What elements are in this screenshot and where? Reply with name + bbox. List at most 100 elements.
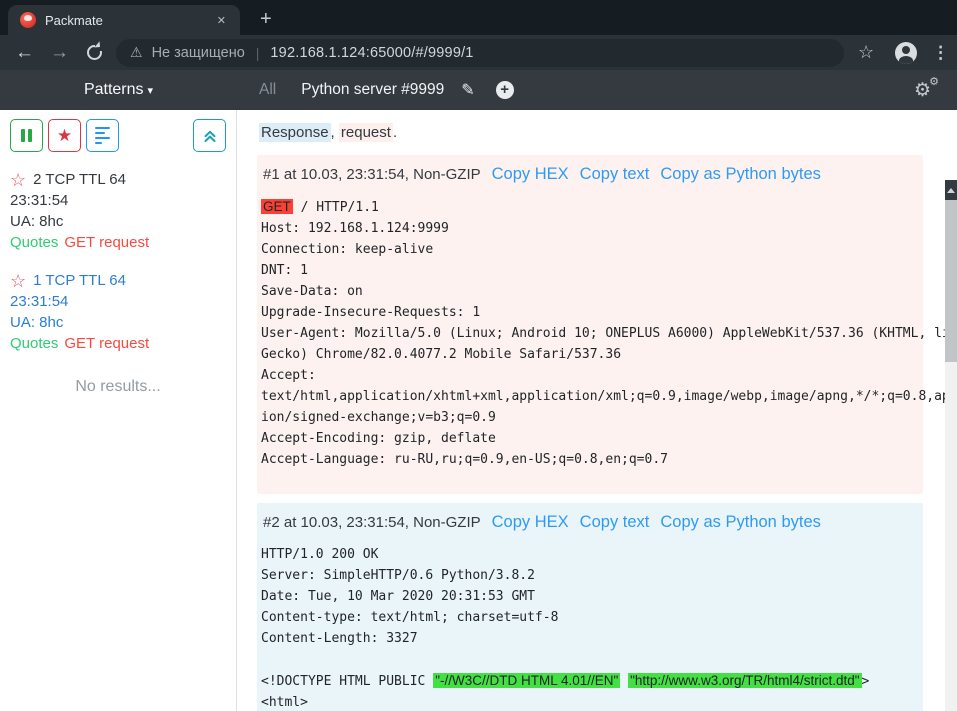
scrollbar-thumb[interactable] <box>945 200 957 362</box>
stream-time: 23:31:54 <box>10 291 226 312</box>
star-outline-icon[interactable]: ☆ <box>10 171 26 189</box>
patterns-menu[interactable]: Patterns ▾ <box>0 81 237 99</box>
favorites-filter-button[interactable]: ★ <box>48 119 81 152</box>
code-line: User-Agent: Mozilla/5.0 (Linux; Android … <box>261 323 915 344</box>
tab-active-pattern[interactable]: Python server #9999 <box>301 81 444 99</box>
address-bar[interactable]: ⚠ Не защищено | 192.168.1.124:65000/#/99… <box>116 39 844 67</box>
stream-tag: GET request <box>64 234 149 251</box>
not-secure-warning-icon[interactable]: ⚠ <box>130 44 143 61</box>
security-label: Не защищено <box>152 45 245 61</box>
copy-text-link[interactable]: Copy text <box>580 165 650 183</box>
browser-toolbar: ← → ⚠ Не защищено | 192.168.1.124:65000/… <box>0 35 957 70</box>
scrollbar-up-button[interactable] <box>945 180 957 200</box>
copy-hex-link[interactable]: Copy HEX <box>492 513 569 531</box>
copy-python-bytes-link[interactable]: Copy as Python bytes <box>660 165 821 183</box>
packet-list: #1 at 10.03, 23:31:54, Non-GZIP Copy HEX C… <box>257 155 923 711</box>
stream-title: 1 TCP TTL 64 <box>33 270 126 291</box>
add-pattern-icon[interactable]: + <box>496 81 514 99</box>
star-icon: ★ <box>57 126 72 146</box>
stream-tags: Quotes GET request <box>10 232 226 253</box>
packet-payload: GET / HTTP/1.1Host: 192.168.1.124:9999Co… <box>261 196 915 470</box>
stream-list-item[interactable]: ☆ 2 TCP TTL 6423:31:54UA: 8hc Quotes GET re… <box>10 169 226 253</box>
edit-pattern-icon[interactable]: ✎ <box>461 80 474 100</box>
code-line: Accept: <box>261 365 915 386</box>
code-line: Date: Tue, 10 Mar 2020 20:31:53 GMT <box>261 586 915 607</box>
stream-list-item[interactable]: ☆ 1 TCP TTL 6423:31:54UA: 8hc Quotes GET re… <box>10 270 226 354</box>
stream-list: ☆2 TCP TTL 6423:31:54UA: 8hcQuotesGET re… <box>10 169 226 354</box>
highlight-green: "-//W3C//DTD HTML 4.01//EN" <box>433 673 620 688</box>
stream-user-agent: UA: 8hc <box>10 211 226 232</box>
packet-payload: HTTP/1.0 200 OKServer: SimpleHTTP/0.6 Py… <box>261 544 915 711</box>
list-view-button[interactable] <box>86 119 119 152</box>
url-text: 192.168.1.124:65000/#/9999/1 <box>270 45 473 61</box>
scrollbar[interactable] <box>945 180 957 711</box>
legend-highlight-pink: request <box>339 123 393 142</box>
packet-block-request: #1 at 10.03, 23:31:54, Non-GZIP Copy HEX C… <box>257 155 923 494</box>
chevron-down-icon: ▾ <box>148 85 154 97</box>
copy-hex-link[interactable]: Copy HEX <box>492 165 569 183</box>
code-line: <html> <box>261 692 915 711</box>
code-line: Host: 192.168.1.124:9999 <box>261 218 915 239</box>
packet-id: #2 at 10.03, 23:31:54, Non-GZIP <box>263 514 481 531</box>
stream-tags: Quotes GET request <box>10 333 226 354</box>
pause-capture-button[interactable] <box>10 119 43 152</box>
profile-avatar[interactable] <box>895 42 917 64</box>
code-line: GET / HTTP/1.1 <box>261 196 915 218</box>
stream-user-agent: UA: 8hc <box>10 312 226 333</box>
back-icon[interactable]: ← <box>15 43 34 62</box>
settings-gear-icon[interactable]: ⚙ ⚙ <box>914 79 931 102</box>
stream-time: 23:31:54 <box>10 190 226 211</box>
new-tab-button[interactable]: + <box>254 9 278 29</box>
browser-menu-icon[interactable]: ⋮ <box>932 43 949 63</box>
stream-view: Response, request. #1 at 10.03, 23:31:54… <box>238 110 945 711</box>
legend-text: , <box>331 124 339 141</box>
star-outline-icon[interactable]: ☆ <box>10 272 26 290</box>
stream-tag: Quotes <box>10 234 58 251</box>
stream-title: 2 TCP TTL 64 <box>33 169 126 190</box>
forward-icon[interactable]: → <box>50 43 69 62</box>
reload-icon[interactable] <box>87 45 102 60</box>
legend-highlight-blue: Response <box>259 123 331 142</box>
patterns-label: Patterns <box>84 81 144 98</box>
collapse-sidebar-button[interactable] <box>193 119 226 152</box>
code-line: <!DOCTYPE HTML PUBLIC "-//W3C//DTD HTML … <box>261 670 915 692</box>
code-line: text/html,application/xhtml+xml,applicat… <box>261 386 915 407</box>
sidebar-toolbar: ★ <box>10 119 226 152</box>
tab-title: Packmate <box>45 13 213 28</box>
highlight-green: "http://www.w3.org/TR/html4/strict.dtd" <box>628 673 861 688</box>
chevrons-up-icon <box>202 128 218 144</box>
scrollbar-track[interactable] <box>945 200 957 711</box>
code-line: ion/signed-exchange;v=b3;q=0.9 <box>261 407 915 428</box>
copy-python-bytes-link[interactable]: Copy as Python bytes <box>660 513 821 531</box>
packet-block-response: #2 at 10.03, 23:31:54, Non-GZIP Copy HEX C… <box>257 503 923 711</box>
app-body: ★ ☆2 TCP TTL 6423:31:54UA: 8hcQuotesGET … <box>0 110 957 711</box>
packet-id: #1 at 10.03, 23:31:54, Non-GZIP <box>263 166 481 183</box>
stream-tag: Quotes <box>10 335 58 352</box>
code-line: HTTP/1.0 200 OK <box>261 544 915 565</box>
code-line: Connection: keep-alive <box>261 239 915 260</box>
tab-all[interactable]: All <box>259 81 276 99</box>
tab-close-icon[interactable]: ✕ <box>213 12 230 29</box>
code-line: Accept-Encoding: gzip, deflate <box>261 428 915 449</box>
sidebar: ★ ☆2 TCP TTL 6423:31:54UA: 8hcQuotesGET … <box>0 110 237 711</box>
bookmark-star-icon[interactable]: ☆ <box>858 42 874 63</box>
code-line <box>261 649 915 670</box>
code-line: Content-type: text/html; charset=utf-8 <box>261 607 915 628</box>
browser-tab[interactable]: Packmate ✕ <box>8 5 240 35</box>
stream-tag: GET request <box>64 335 149 352</box>
browser-tabstrip: Packmate ✕ + <box>0 0 957 35</box>
omnibox-divider: | <box>256 45 260 61</box>
lines-icon <box>95 127 110 145</box>
code-line: Gecko) Chrome/82.0.4077.2 Mobile Safari/… <box>261 344 915 365</box>
code-line: Server: SimpleHTTP/0.6 Python/3.8.2 <box>261 565 915 586</box>
highlight-red: GET <box>261 199 293 214</box>
no-results-label: No results... <box>10 378 226 396</box>
copy-text-link[interactable]: Copy text <box>580 513 650 531</box>
code-line: Accept-Language: ru-RU,ru;q=0.9,en-US;q=… <box>261 449 915 470</box>
code-line: Upgrade-Insecure-Requests: 1 <box>261 302 915 323</box>
scroll-up-icon <box>947 188 955 193</box>
code-line: Save-Data: on <box>261 281 915 302</box>
packmate-favicon-icon <box>20 12 36 28</box>
code-line: DNT: 1 <box>261 260 915 281</box>
legend-text: . <box>393 124 397 141</box>
